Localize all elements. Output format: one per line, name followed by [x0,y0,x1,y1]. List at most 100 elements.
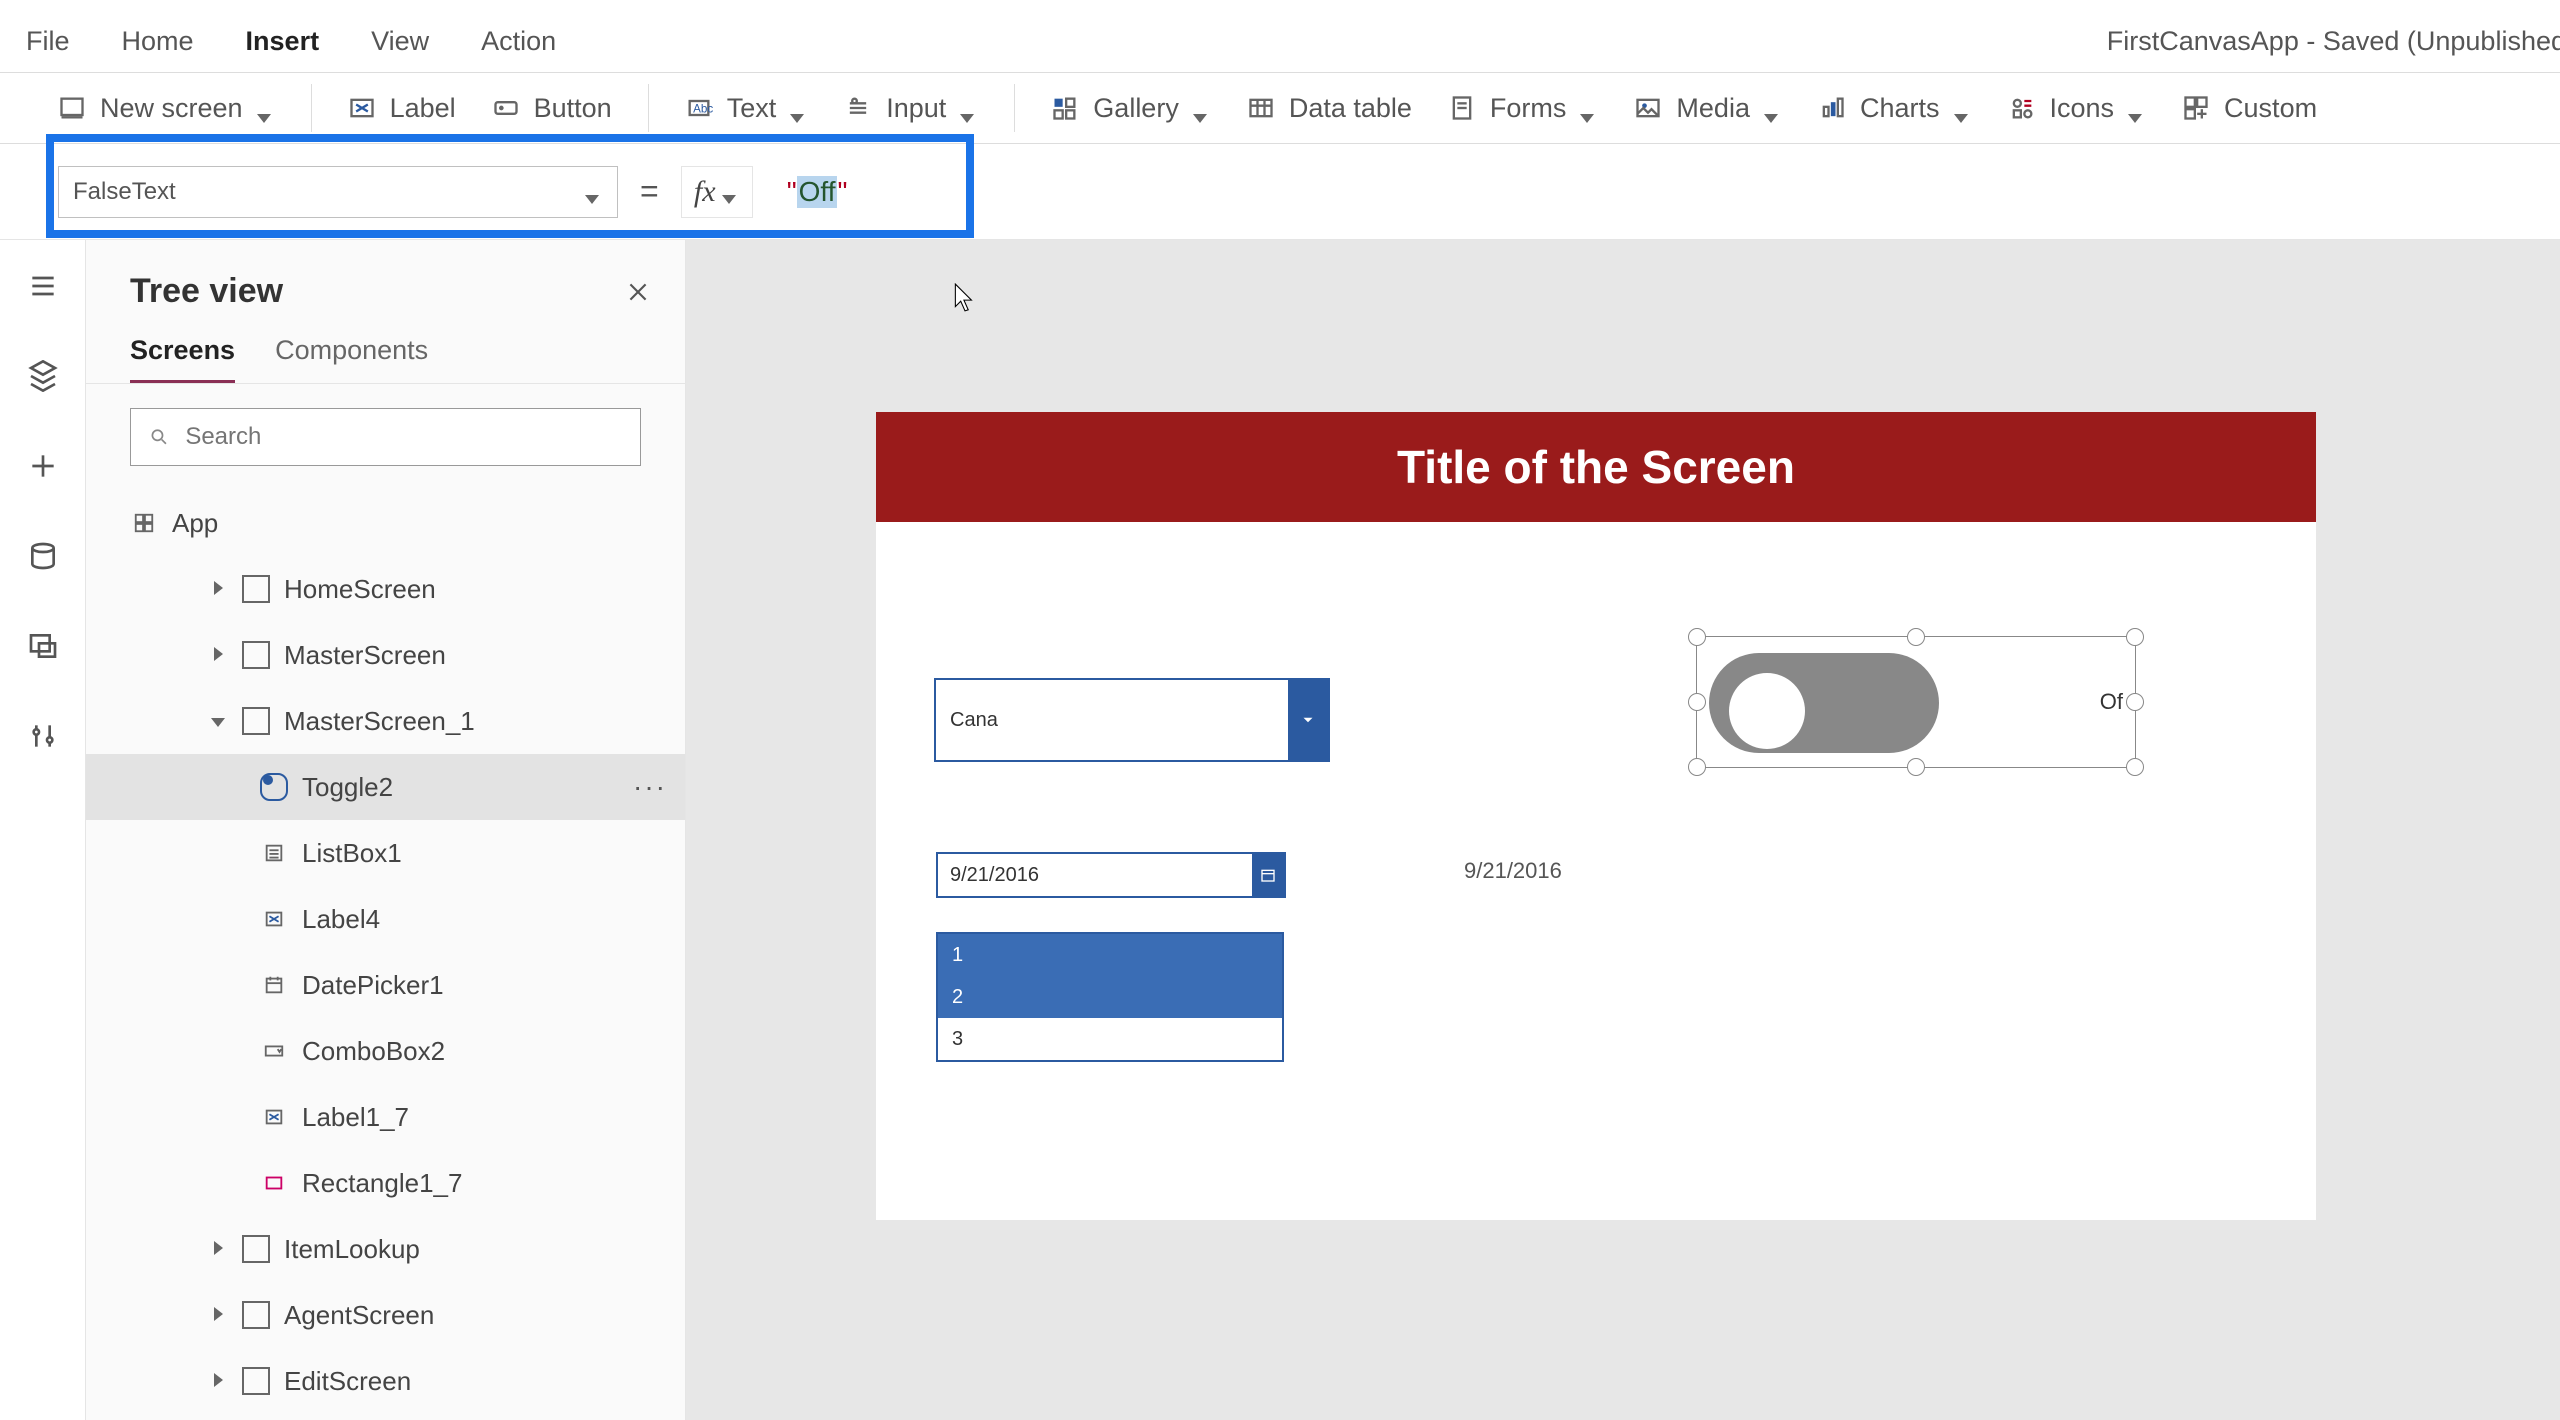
tree-item-masterscreen1[interactable]: MasterScreen_1 [86,688,685,754]
input-button[interactable]: Input [844,93,978,124]
media-rail-icon[interactable] [27,630,59,662]
tree-item-datepicker1[interactable]: DatePicker1 [86,952,685,1018]
list-item[interactable]: 3 [938,1018,1282,1060]
datepicker-button[interactable] [1252,854,1284,896]
tab-components[interactable]: Components [275,335,428,383]
property-selector[interactable]: FalseText [58,166,618,218]
app-icon [130,509,158,537]
chevron-right-icon[interactable] [208,1238,228,1261]
close-icon[interactable] [625,279,651,305]
label-button[interactable]: Label [348,93,456,124]
plus-icon[interactable] [27,450,59,482]
datepicker-control[interactable]: 9/21/2016 [936,852,1286,898]
fx-button[interactable]: fx [681,166,753,218]
gallery-button[interactable]: Gallery [1051,93,1211,124]
combobox-control[interactable]: Cana [934,678,1330,762]
chevron-right-icon[interactable] [208,1304,228,1327]
combobox-value: Cana [936,709,1288,732]
chevron-right-icon[interactable] [208,578,228,601]
resize-handle[interactable] [1907,758,1925,776]
chevron-down-icon [1954,99,1972,117]
list-item[interactable]: 2 [938,976,1282,1018]
tree-list[interactable]: App HomeScreen MasterScreen MasterScreen… [86,490,685,1420]
tree-item-itemlookup[interactable]: ItemLookup [86,1216,685,1282]
tab-screens[interactable]: Screens [130,335,235,383]
menu-view[interactable]: View [345,26,455,73]
button-button[interactable]: Button [492,93,612,124]
formula-input[interactable]: " Off " [787,176,848,208]
chevron-down-icon [722,183,740,201]
chevron-down-icon[interactable] [208,710,228,733]
new-screen-button[interactable]: New screen [58,93,275,124]
resize-handle[interactable] [2126,628,2144,646]
charts-icon [1818,94,1846,122]
tree-view-title: Tree view [130,272,283,311]
chevron-down-icon [1299,711,1317,729]
equals-sign: = [640,173,659,210]
charts-button[interactable]: Charts [1818,93,1972,124]
chevron-right-icon[interactable] [208,1370,228,1393]
tree-item-label: AgentScreen [284,1300,667,1331]
tree-item-label4[interactable]: Label4 [86,886,685,952]
canvas-area[interactable]: Title of the Screen Cana 9/21/2016 9/21/… [686,240,2560,1420]
hamburger-icon[interactable] [27,270,59,302]
tree-item-toggle2[interactable]: Toggle2 ··· [86,754,685,820]
tree-item-rectangle17[interactable]: Rectangle1_7 [86,1150,685,1216]
forms-icon [1448,94,1476,122]
data-table-button[interactable]: Data table [1247,93,1412,124]
combobox-chevron[interactable] [1288,680,1328,760]
custom-button[interactable]: Custom [2182,93,2317,124]
icons-button[interactable]: Icons [2008,93,2147,124]
app-title: FirstCanvasApp - Saved (Unpublished [2107,26,2560,57]
tree-item-homescreen[interactable]: HomeScreen [86,556,685,622]
input-label: Input [886,93,946,124]
tree-item-label: ComboBox2 [302,1036,667,1067]
tree-item-label17[interactable]: Label1_7 [86,1084,685,1150]
resize-handle[interactable] [1688,628,1706,646]
menu-action[interactable]: Action [455,26,582,73]
resize-handle[interactable] [2126,693,2144,711]
list-item[interactable]: 1 [938,934,1282,976]
tree-item-masterscreen[interactable]: MasterScreen [86,622,685,688]
listbox-control[interactable]: 1 2 3 [936,932,1284,1062]
forms-button[interactable]: Forms [1448,93,1599,124]
input-icon [844,94,872,122]
resize-handle[interactable] [1688,758,1706,776]
resize-handle[interactable] [1688,693,1706,711]
chevron-right-icon[interactable] [208,644,228,667]
icons-icon [2008,94,2036,122]
mouse-cursor-icon [954,283,976,313]
resize-handle[interactable] [1907,628,1925,646]
tree-item-combobox2[interactable]: ComboBox2 [86,1018,685,1084]
menu-insert[interactable]: Insert [220,26,346,76]
tree-item-agentscreen[interactable]: AgentScreen [86,1282,685,1348]
tree-item-listbox1[interactable]: ListBox1 [86,820,685,886]
media-button[interactable]: Media [1634,93,1782,124]
toggle-control[interactable] [1709,653,1939,753]
tree-search[interactable] [130,408,641,466]
advanced-tools-icon[interactable] [27,720,59,752]
tree-item-label: Label4 [302,904,667,935]
screen-icon [242,1367,270,1395]
chevron-down-icon [585,183,603,201]
menu-home[interactable]: Home [96,26,220,73]
data-icon[interactable] [27,540,59,572]
date-label[interactable]: 9/21/2016 [1464,858,1562,884]
tree-search-input[interactable] [185,423,622,451]
text-button[interactable]: Abc Text [685,93,809,124]
tree-item-label: App [172,508,667,539]
screen-masterscreen1[interactable]: Title of the Screen Cana 9/21/2016 9/21/… [876,412,2316,1220]
tree-item-app[interactable]: App [86,490,685,556]
label-icon [260,905,288,933]
more-icon[interactable]: ··· [633,771,667,803]
forms-label: Forms [1490,93,1567,124]
toggle-false-text: Of [2100,689,2123,715]
callout-highlight [46,134,974,144]
tree-item-editscreen[interactable]: EditScreen [86,1348,685,1414]
text-label: Text [727,93,777,124]
screen-title-bar[interactable]: Title of the Screen [876,412,2316,522]
menu-file[interactable]: File [0,26,96,73]
toggle-selection-bounds[interactable]: Of [1696,636,2136,768]
tree-view-icon[interactable] [27,360,59,392]
resize-handle[interactable] [2126,758,2144,776]
